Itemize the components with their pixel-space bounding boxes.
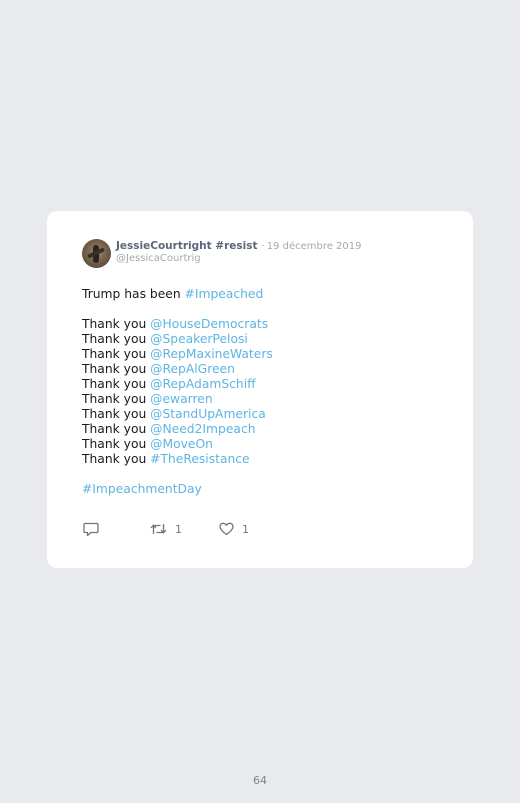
tweet-line: Thank you @RepMaxineWaters [82,347,273,362]
like-count: 1 [242,522,249,536]
line-text: Thank you [82,437,151,451]
reply-button[interactable] [83,522,99,537]
tweet-line: Thank you @HouseDemocrats [82,317,273,332]
retweet-count: 1 [175,522,182,536]
tweet-header: JessieCourtright #resist · 19 décembre 2… [82,239,362,268]
avatar[interactable] [82,239,111,268]
display-name[interactable]: JessieCourtright #resist [116,240,258,252]
hashtag-link[interactable]: #ImpeachmentDay [82,482,202,496]
tweet-line: #ImpeachmentDay [82,482,273,497]
hashtag-link[interactable]: #Impeached [185,287,264,301]
line-text: Thank you [82,317,151,331]
mention-link[interactable]: @MoveOn [150,437,213,451]
reply-icon [83,522,99,537]
tweet-date[interactable]: 19 décembre 2019 [267,241,362,252]
tweet-meta: JessieCourtright #resist · 19 décembre 2… [116,240,362,264]
tweet-line: Thank you @Need2Impeach [82,422,273,437]
mention-link[interactable]: @RepAlGreen [150,362,235,376]
mention-link[interactable]: @SpeakerPelosi [150,332,248,346]
tweet-line: Thank you @RepAlGreen [82,362,273,377]
tweet-line: Thank you @StandUpAmerica [82,407,273,422]
mention-link[interactable]: @Need2Impeach [150,422,255,436]
line-text: Thank you [82,422,151,436]
mention-link[interactable]: @RepAdamSchiff [150,377,255,391]
line-text: Thank you [82,332,151,346]
meta-separator: · [261,241,265,252]
user-handle[interactable]: @JessicaCourtrig [116,253,362,264]
tweet-line: Thank you @RepAdamSchiff [82,377,273,392]
retweet-icon [150,524,167,534]
tweet-line: Thank you @MoveOn [82,437,273,452]
line-text: Thank you [82,452,151,466]
line-text: Thank you [82,377,151,391]
tweet-card: JessieCourtright #resist · 19 décembre 2… [47,211,473,568]
like-button[interactable]: 1 [219,522,249,536]
tweet-line: Thank you @ewarren [82,392,273,407]
line-text: Thank you [82,392,151,406]
tweet-line: Trump has been #Impeached [82,287,273,302]
line-text: Trump has been [82,287,185,301]
line-text: Thank you [82,347,151,361]
line-text: Thank you [82,407,151,421]
tweet-text: Trump has been #Impeached Thank you @Hou… [82,287,273,497]
like-icon [219,522,234,536]
page-number: 64 [253,774,267,787]
retweet-button[interactable]: 1 [150,522,182,536]
mention-link[interactable]: @RepMaxineWaters [150,347,273,361]
mention-link[interactable]: @StandUpAmerica [150,407,266,421]
tweet-line: Thank you @SpeakerPelosi [82,332,273,347]
mention-link[interactable]: @HouseDemocrats [150,317,268,331]
tweet-line: Thank you #TheResistance [82,452,273,467]
hashtag-link[interactable]: #TheResistance [150,452,249,466]
line-text: Thank you [82,362,151,376]
mention-link[interactable]: @ewarren [150,392,212,406]
